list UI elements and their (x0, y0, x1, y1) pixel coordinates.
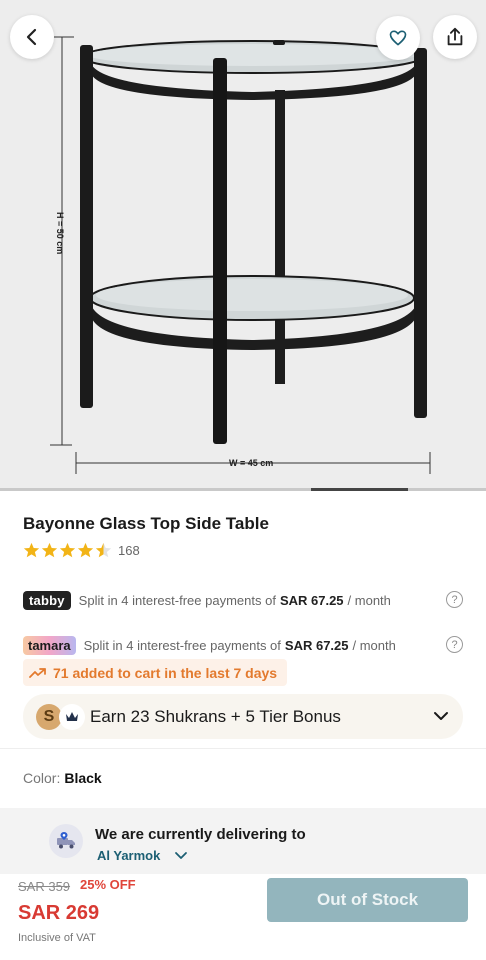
product-title: Bayonne Glass Top Side Table (23, 514, 269, 533)
vat-note: Inclusive of VAT (18, 932, 96, 944)
gallery-progress-bar (0, 488, 486, 491)
chevron-left-icon (26, 28, 37, 46)
review-count: 168 (118, 543, 140, 558)
delivery-location-text: Al Yarmok (97, 848, 161, 863)
star-icon (77, 542, 94, 558)
out-of-stock-button[interactable]: Out of Stock (267, 878, 468, 922)
delivery-location-selector[interactable]: Al Yarmok (97, 848, 188, 863)
star-icon (95, 542, 112, 558)
color-selector-label: Color: Black (23, 770, 102, 786)
tamara-suffix: / month (352, 637, 396, 653)
star-icon (23, 542, 40, 558)
cart-activity-badge: 71 added to cart in the last 7 days (23, 659, 288, 686)
color-value: Black (64, 770, 102, 786)
shukran-text: Earn 23 Shukrans + 5 Tier Bonus (90, 707, 341, 726)
width-dimension-label: W = 45 cm (229, 458, 273, 468)
tabby-installment-row[interactable]: tabby Split in 4 interest-free payments … (23, 588, 463, 612)
rating-summary[interactable]: 168 (23, 542, 140, 559)
share-icon (447, 27, 463, 46)
star-icon (41, 542, 58, 558)
tabby-text: Split in 4 interest-free payments of (78, 592, 276, 608)
cart-activity-text: 71 added to cart in the last 7 days (53, 664, 278, 681)
tamara-amount: SAR 67.25 (284, 637, 349, 653)
original-price: SAR 359 (18, 879, 71, 894)
star-rating (23, 542, 112, 559)
back-button[interactable] (10, 15, 54, 59)
tabby-help-icon[interactable]: ? (446, 591, 463, 608)
wishlist-button[interactable] (376, 16, 420, 60)
discount-badge: 25% OFF (80, 877, 136, 892)
tamara-help-icon[interactable]: ? (446, 636, 463, 653)
shukran-rewards-banner[interactable]: S Earn 23 Shukrans + 5 Tier Bonus (23, 694, 463, 739)
delivery-location-bar[interactable]: We are currently delivering to Al Yarmok (0, 808, 486, 874)
delivery-truck-icon (49, 824, 83, 858)
star-icon (59, 542, 76, 558)
price-footer: SAR 359 25% OFF SAR 269 Inclusive of VAT… (0, 874, 486, 960)
product-image: H = 50 cm W = 45 cm (50, 36, 431, 474)
share-button[interactable] (433, 15, 477, 59)
tamara-logo: tamara (23, 635, 76, 655)
delivery-title: We are currently delivering to (95, 826, 306, 843)
tamara-text: Split in 4 interest-free payments of (83, 637, 281, 653)
height-dimension-label: H = 50 cm (55, 212, 65, 254)
chevron-down-icon[interactable] (433, 709, 449, 723)
heart-icon (389, 30, 407, 46)
current-price: SAR 269 (18, 902, 100, 924)
gallery-progress-indicator (311, 488, 408, 491)
trending-up-icon (29, 667, 46, 678)
color-label: Color: (23, 770, 61, 786)
product-image-gallery[interactable]: H = 50 cm W = 45 cm (0, 0, 486, 488)
tabby-amount: SAR 67.25 (279, 592, 344, 608)
chevron-down-icon (175, 851, 188, 859)
tabby-logo: tabby (23, 590, 71, 610)
tamara-installment-row[interactable]: tamara Split in 4 interest-free payments… (23, 633, 463, 657)
crown-icon (59, 704, 85, 730)
tabby-suffix: / month (347, 592, 391, 608)
section-divider (0, 748, 486, 749)
